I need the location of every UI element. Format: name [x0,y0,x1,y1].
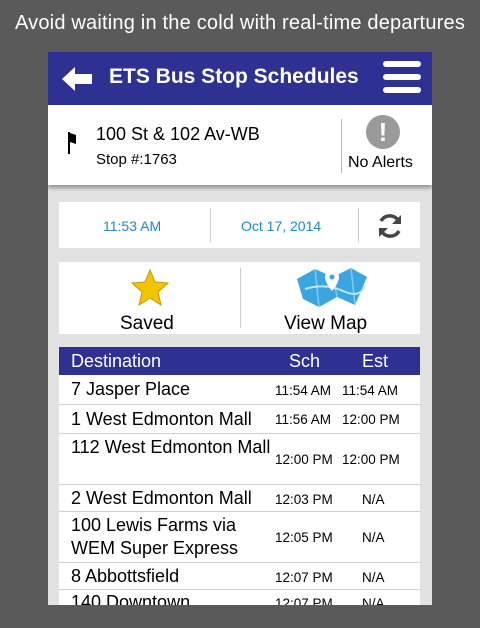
row-destination: 2 West Edmonton Mall [71,488,252,508]
star-icon[interactable] [130,268,170,308]
app-title: ETS Bus Stop Schedules [109,65,359,88]
bus-stop-flag-icon [68,132,76,154]
app-screen: ETS Bus Stop Schedules 100 St & 102 Av-W… [48,52,432,605]
view-map-button[interactable]: View Map [284,313,367,335]
stop-number: Stop #:1763 [96,151,177,168]
row-scheduled-time: 11:56 AM [275,412,332,427]
table-header: Destination Sch Est [59,347,420,375]
divider [240,268,241,328]
row-estimated-time: 12:00 PM [342,452,400,467]
refresh-icon[interactable] [375,211,405,241]
table-row[interactable]: 112 West Edmonton Mall 12:00 PM 12:00 PM [59,434,420,485]
row-estimated-time: 11:54 AM [342,383,399,398]
column-header-destination: Destination [71,351,162,371]
row-destination: 8 Abbottsfield [71,566,180,586]
time-date-bar: 11:53 AM Oct 17, 2014 [59,202,420,248]
hamburger-menu-icon[interactable] [383,61,421,95]
row-scheduled-time: 12:00 PM [275,452,333,467]
table-row[interactable]: 2 West Edmonton Mall 12:03 PM N/A [59,485,420,512]
map-icon[interactable] [295,265,369,309]
row-scheduled-time: 12:05 PM [275,530,333,545]
row-estimated-time: 12:00 PM [342,412,400,427]
actions-card: Saved View Map [59,262,420,334]
stop-info-card: 100 St & 102 Av-WB Stop #:1763 ! No Aler… [48,105,432,185]
row-estimated-time: N/A [362,530,385,545]
row-estimated-time: N/A [362,570,385,585]
screenshot-caption: Avoid waiting in the cold with real-time… [14,12,466,34]
table-row[interactable]: 140 Downtown 12:07 PM N/A [59,590,420,605]
row-destination: 7 Jasper Place [71,379,191,399]
row-estimated-time: N/A [362,492,385,507]
divider [358,208,359,242]
table-row[interactable]: 1 West Edmonton Mall 11:56 AM 12:00 PM [59,405,420,434]
back-arrow-icon[interactable] [60,64,94,94]
row-destination: 112 West Edmonton Mall [71,437,271,457]
table-row[interactable]: 8 Abbottsfield 12:07 PM N/A [59,563,420,590]
row-destination: 100 Lewis Farms via WEM Super Express [71,515,239,558]
alert-icon[interactable]: ! [366,115,400,149]
divider [341,119,342,173]
stop-name: 100 St & 102 Av-WB [96,124,260,144]
row-scheduled-time: 12:07 PM [275,596,333,605]
alerts-status-label[interactable]: No Alerts [348,154,413,172]
row-scheduled-time: 12:03 PM [275,492,333,507]
current-date[interactable]: Oct 17, 2014 [241,218,321,234]
table-row[interactable]: 100 Lewis Farms via WEM Super Express 12… [59,512,420,563]
row-scheduled-time: 11:54 AM [275,383,332,398]
saved-button[interactable]: Saved [120,313,174,335]
column-header-scheduled: Sch [289,351,321,371]
column-header-estimated: Est [362,351,389,371]
divider [210,208,211,242]
table-row[interactable]: 7 Jasper Place 11:54 AM 11:54 AM [59,375,420,405]
row-scheduled-time: 12:07 PM [275,570,333,585]
app-header: ETS Bus Stop Schedules [48,52,432,105]
row-estimated-time: N/A [362,596,385,605]
row-destination: 1 West Edmonton Mall [71,409,252,429]
departures-table: Destination Sch Est 7 Jasper Place 11:54… [59,347,420,605]
current-time[interactable]: 11:53 AM [103,218,161,234]
row-destination: 140 Downtown [71,592,191,605]
